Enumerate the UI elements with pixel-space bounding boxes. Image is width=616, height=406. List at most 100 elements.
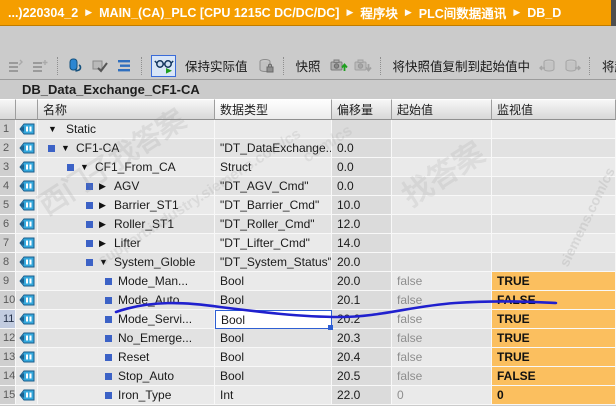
row-number[interactable]: 2 (0, 139, 16, 158)
tag-check-icon[interactable] (90, 55, 110, 77)
variable-name-cell[interactable]: Mode_Man... (38, 272, 215, 291)
start-value-cell[interactable]: false (392, 310, 492, 329)
breadcrumb-item[interactable]: ...)220304_2 (8, 6, 78, 20)
row-number[interactable]: 14 (0, 367, 16, 386)
variable-name-cell[interactable]: Reset (38, 348, 215, 367)
row-number[interactable]: 7 (0, 234, 16, 253)
row-number[interactable]: 3 (0, 158, 16, 177)
row-number[interactable]: 1 (0, 120, 16, 139)
insert-row-icon[interactable] (6, 55, 26, 77)
header-startvalue[interactable]: 起始值 (392, 99, 492, 120)
header-datatype[interactable]: 数据类型 (215, 99, 332, 120)
row-number[interactable]: 8 (0, 253, 16, 272)
expand-arrow-icon[interactable]: ▶ (99, 238, 109, 248)
collapse-arrow-icon[interactable]: ▼ (99, 257, 109, 267)
datatype-cell[interactable] (215, 120, 332, 139)
variable-name-cell[interactable]: ▶ AGV (38, 177, 215, 196)
variable-name-cell[interactable]: Mode_Auto (38, 291, 215, 310)
start-value-cell[interactable]: false (392, 329, 492, 348)
monitor-value-cell[interactable] (492, 158, 616, 177)
collapse-arrow-icon[interactable]: ▼ (80, 162, 90, 172)
camera-upload-icon[interactable] (329, 55, 349, 77)
variable-name-cell[interactable]: ▼ System_Globle (38, 253, 215, 272)
variable-name-cell[interactable]: ▼ Static (38, 120, 215, 139)
snapshot-button[interactable]: 快照 (290, 56, 327, 75)
camera-download-icon[interactable] (353, 55, 373, 77)
datatype-cell[interactable]: Bool (215, 348, 332, 367)
datatype-cell[interactable]: "DT_System_Status" (215, 253, 332, 272)
copy-snapshot-to-start-button[interactable]: 将快照值复制到起始值中 (387, 56, 537, 75)
expand-arrow-icon[interactable]: ▶ (99, 219, 109, 229)
reset-start-values-icon[interactable] (66, 55, 86, 77)
breadcrumb-item[interactable]: MAIN_(CA)_PLC [CPU 1215C DC/DC/DC] (99, 6, 339, 20)
variable-name-cell[interactable]: Stop_Auto (38, 367, 215, 386)
keep-actual-values-button[interactable]: 保持实际值 (179, 56, 254, 75)
datatype-cell[interactable]: Int (215, 386, 332, 405)
datatype-cell[interactable]: "DT_AGV_Cmd" (215, 177, 332, 196)
row-number[interactable]: 13 (0, 348, 16, 367)
monitor-glasses-icon[interactable] (151, 54, 176, 77)
monitor-value-cell[interactable] (492, 120, 616, 139)
header-offset[interactable]: 偏移量 (332, 99, 392, 120)
load-start-values-button[interactable]: 将起始值加 (596, 56, 616, 75)
variable-name-cell[interactable]: Iron_Type (38, 386, 215, 405)
db-copy-right-icon[interactable] (562, 55, 582, 77)
datatype-cell[interactable]: Bool (215, 329, 332, 348)
variable-name-cell[interactable]: No_Emerge... (38, 329, 215, 348)
add-row-icon[interactable] (30, 55, 50, 77)
start-value-cell[interactable]: 0 (392, 386, 492, 405)
start-value-cell[interactable] (392, 158, 492, 177)
variable-name-cell[interactable]: ▼ CF1-CA (38, 139, 215, 158)
start-value-cell[interactable]: false (392, 272, 492, 291)
variable-name-cell[interactable]: ▶ Lifter (38, 234, 215, 253)
variable-name-cell[interactable]: Mode_Servi... (38, 310, 215, 329)
breadcrumb-item[interactable]: 程序块 (360, 3, 398, 22)
datatype-cell[interactable]: "DT_Roller_Cmd" (215, 215, 332, 234)
expand-members-icon[interactable] (114, 55, 134, 77)
monitor-value-cell[interactable] (492, 234, 616, 253)
row-number[interactable]: 5 (0, 196, 16, 215)
variable-name-cell[interactable]: ▶ Barrier_ST1 (38, 196, 215, 215)
datatype-cell[interactable]: Bool (215, 310, 333, 330)
start-value-cell[interactable]: false (392, 348, 492, 367)
datatype-cell[interactable]: "DT_Lifter_Cmd" (215, 234, 332, 253)
start-value-cell[interactable] (392, 139, 492, 158)
breadcrumb-item[interactable]: DB_D (527, 6, 561, 20)
monitor-value-cell[interactable] (492, 177, 616, 196)
datatype-cell[interactable]: Struct (215, 158, 332, 177)
db-copy-left-icon[interactable] (538, 55, 558, 77)
variable-name-cell[interactable]: ▶ Roller_ST1 (38, 215, 215, 234)
expand-arrow-icon[interactable]: ▶ (99, 200, 109, 210)
datatype-cell[interactable]: Bool (215, 272, 332, 291)
start-value-cell[interactable]: false (392, 291, 492, 310)
row-number[interactable]: 10 (0, 291, 16, 310)
start-value-cell[interactable] (392, 177, 492, 196)
monitor-value-cell[interactable]: TRUE (492, 329, 616, 348)
breadcrumb-item[interactable]: PLC间数据通讯 (419, 3, 507, 22)
start-value-cell[interactable] (392, 120, 492, 139)
row-number[interactable]: 4 (0, 177, 16, 196)
start-value-cell[interactable] (392, 196, 492, 215)
monitor-value-cell[interactable]: FALSE (492, 291, 616, 310)
row-number[interactable]: 12 (0, 329, 16, 348)
row-number[interactable]: 15 (0, 386, 16, 405)
monitor-value-cell[interactable] (492, 253, 616, 272)
row-number[interactable]: 11 (0, 310, 16, 329)
collapse-arrow-icon[interactable]: ▼ (48, 124, 58, 134)
header-name[interactable]: 名称 (38, 99, 215, 120)
start-value-cell[interactable] (392, 234, 492, 253)
row-number[interactable]: 9 (0, 272, 16, 291)
datatype-cell[interactable]: Bool (215, 367, 332, 386)
monitor-value-cell[interactable]: TRUE (492, 272, 616, 291)
monitor-value-cell[interactable]: 0 (492, 386, 616, 405)
db-lock-icon[interactable] (256, 55, 276, 77)
monitor-value-cell[interactable]: TRUE (492, 310, 616, 329)
expand-arrow-icon[interactable]: ▶ (99, 181, 109, 191)
monitor-value-cell[interactable] (492, 139, 616, 158)
monitor-value-cell[interactable]: FALSE (492, 367, 616, 386)
datatype-cell[interactable]: Bool (215, 291, 332, 310)
collapse-arrow-icon[interactable]: ▼ (61, 143, 71, 153)
datatype-cell[interactable]: "DT_DataExchange... (215, 139, 332, 158)
header-monitorvalue[interactable]: 监视值 (492, 99, 616, 120)
variable-name-cell[interactable]: ▼ CF1_From_CA (38, 158, 215, 177)
